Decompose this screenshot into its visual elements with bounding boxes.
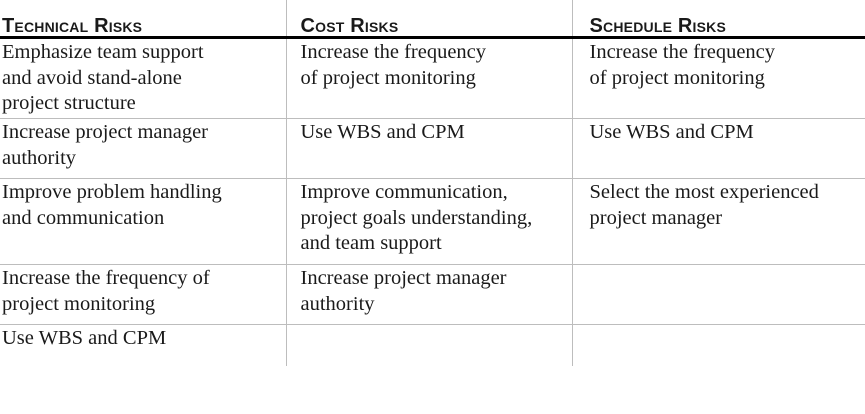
cell-schedule: Select the most experienced project manag… [571,178,865,265]
cell-cost: Increase project manager authority [285,264,572,325]
cell-technical: Improve problem handling and communicatio… [0,178,286,265]
header-cost-risks: Cost Risks [285,0,572,39]
cell-cost [285,324,572,366]
cell-schedule [571,264,865,325]
cell-technical: Emphasize team support and avoid stand-al… [0,37,286,119]
header-schedule-risks: Schedule Risks [571,0,865,39]
cell-schedule: Use WBS and CPM [571,118,865,179]
cell-technical: Increase project manager authority [0,118,286,179]
cell-schedule [571,324,865,366]
table-row: Use WBS and CPM [0,324,865,366]
header-row: Technical Risks Cost Risks Schedule Risk… [0,0,865,39]
table-row: Increase the frequency of project monitor… [0,264,865,325]
table-row: Improve problem handling and communicatio… [0,178,865,265]
table-row: Emphasize team support and avoid stand-al… [0,37,865,119]
cell-technical: Use WBS and CPM [2,327,167,349]
cell-cost: Improve communication, project goals unde… [285,178,572,265]
table-row: Increase project manager authority Use WB… [0,118,865,179]
header-technical-risks: Technical Risks [0,0,286,39]
cell-technical: Increase the frequency of project monitor… [0,264,286,325]
cell-cost: Use WBS and CPM [285,118,572,179]
risk-mitigation-table: Technical Risks Cost Risks Schedule Risk… [0,0,865,366]
cell-schedule: Increase the frequency of project monitor… [571,37,865,119]
cell-cost: Increase the frequency of project monitor… [285,37,572,119]
